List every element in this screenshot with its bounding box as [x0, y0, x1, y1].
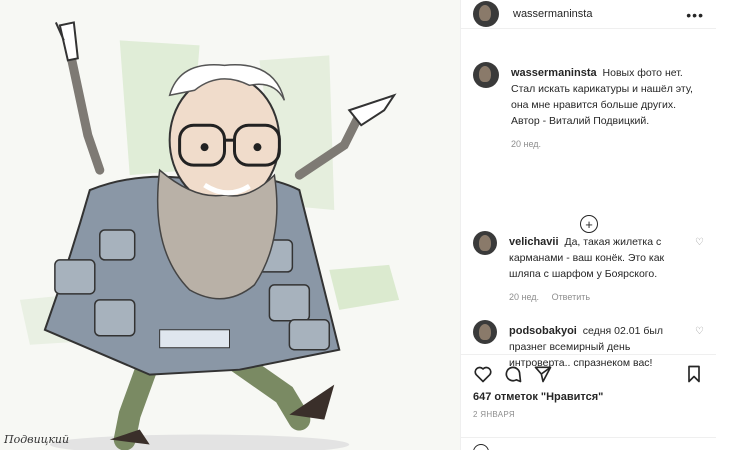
comment-time[interactable]: 20 нед.: [511, 139, 541, 149]
avatar[interactable]: [473, 320, 497, 344]
post-date[interactable]: 2 ЯНВАРЯ: [461, 403, 716, 419]
comment-text: velichavii Да, такая жилетка с карманами…: [509, 234, 694, 282]
comments-list: wassermaninsta Новых фото нет. Стал иска…: [461, 50, 716, 371]
list-item: velichavii Да, такая жилетка с карманами…: [461, 219, 716, 302]
caricature-illustration: [19, 21, 400, 450]
post-side-panel: wassermaninsta ••• wassermaninsta Новых …: [461, 0, 716, 450]
scrollbar[interactable]: [716, 0, 730, 450]
emoji-icon[interactable]: [473, 444, 489, 450]
post-actions: 647 отметок "Нравится" 2 ЯНВАРЯ: [461, 354, 716, 450]
artist-signature: Подвицкий: [4, 433, 70, 446]
comment-username[interactable]: wassermaninsta: [511, 67, 597, 79]
comment-meta: 20 нед. Ответить: [509, 292, 694, 302]
avatar[interactable]: [473, 1, 499, 27]
like-comment-heart-icon[interactable]: ♡: [695, 326, 704, 337]
comment-icon[interactable]: [503, 364, 523, 384]
like-comment-heart-icon[interactable]: ♡: [695, 237, 704, 248]
post-author-username[interactable]: wassermaninsta: [513, 8, 592, 20]
post-image[interactable]: Подвицкий: [0, 0, 461, 450]
add-comment-bar: [461, 437, 716, 450]
comment-username[interactable]: podsobakyoi: [509, 325, 577, 337]
comment-meta: 20 нед.: [511, 139, 696, 149]
heart-icon[interactable]: [473, 364, 493, 384]
bookmark-icon[interactable]: [684, 364, 704, 384]
reply-link[interactable]: Ответить: [552, 292, 590, 302]
likes-count[interactable]: 647 отметок "Нравится": [461, 385, 716, 403]
post-header: wassermaninsta •••: [461, 0, 716, 29]
comment-username[interactable]: velichavii: [509, 236, 559, 248]
avatar[interactable]: [473, 231, 497, 255]
comment-text: wassermaninsta Новых фото нет. Стал иска…: [511, 65, 696, 129]
avatar[interactable]: [473, 62, 499, 88]
comment-time[interactable]: 20 нед.: [509, 292, 539, 302]
caption-comment: wassermaninsta Новых фото нет. Стал иска…: [461, 50, 716, 149]
share-icon[interactable]: [533, 364, 553, 384]
more-horizontal-icon[interactable]: •••: [686, 7, 704, 23]
